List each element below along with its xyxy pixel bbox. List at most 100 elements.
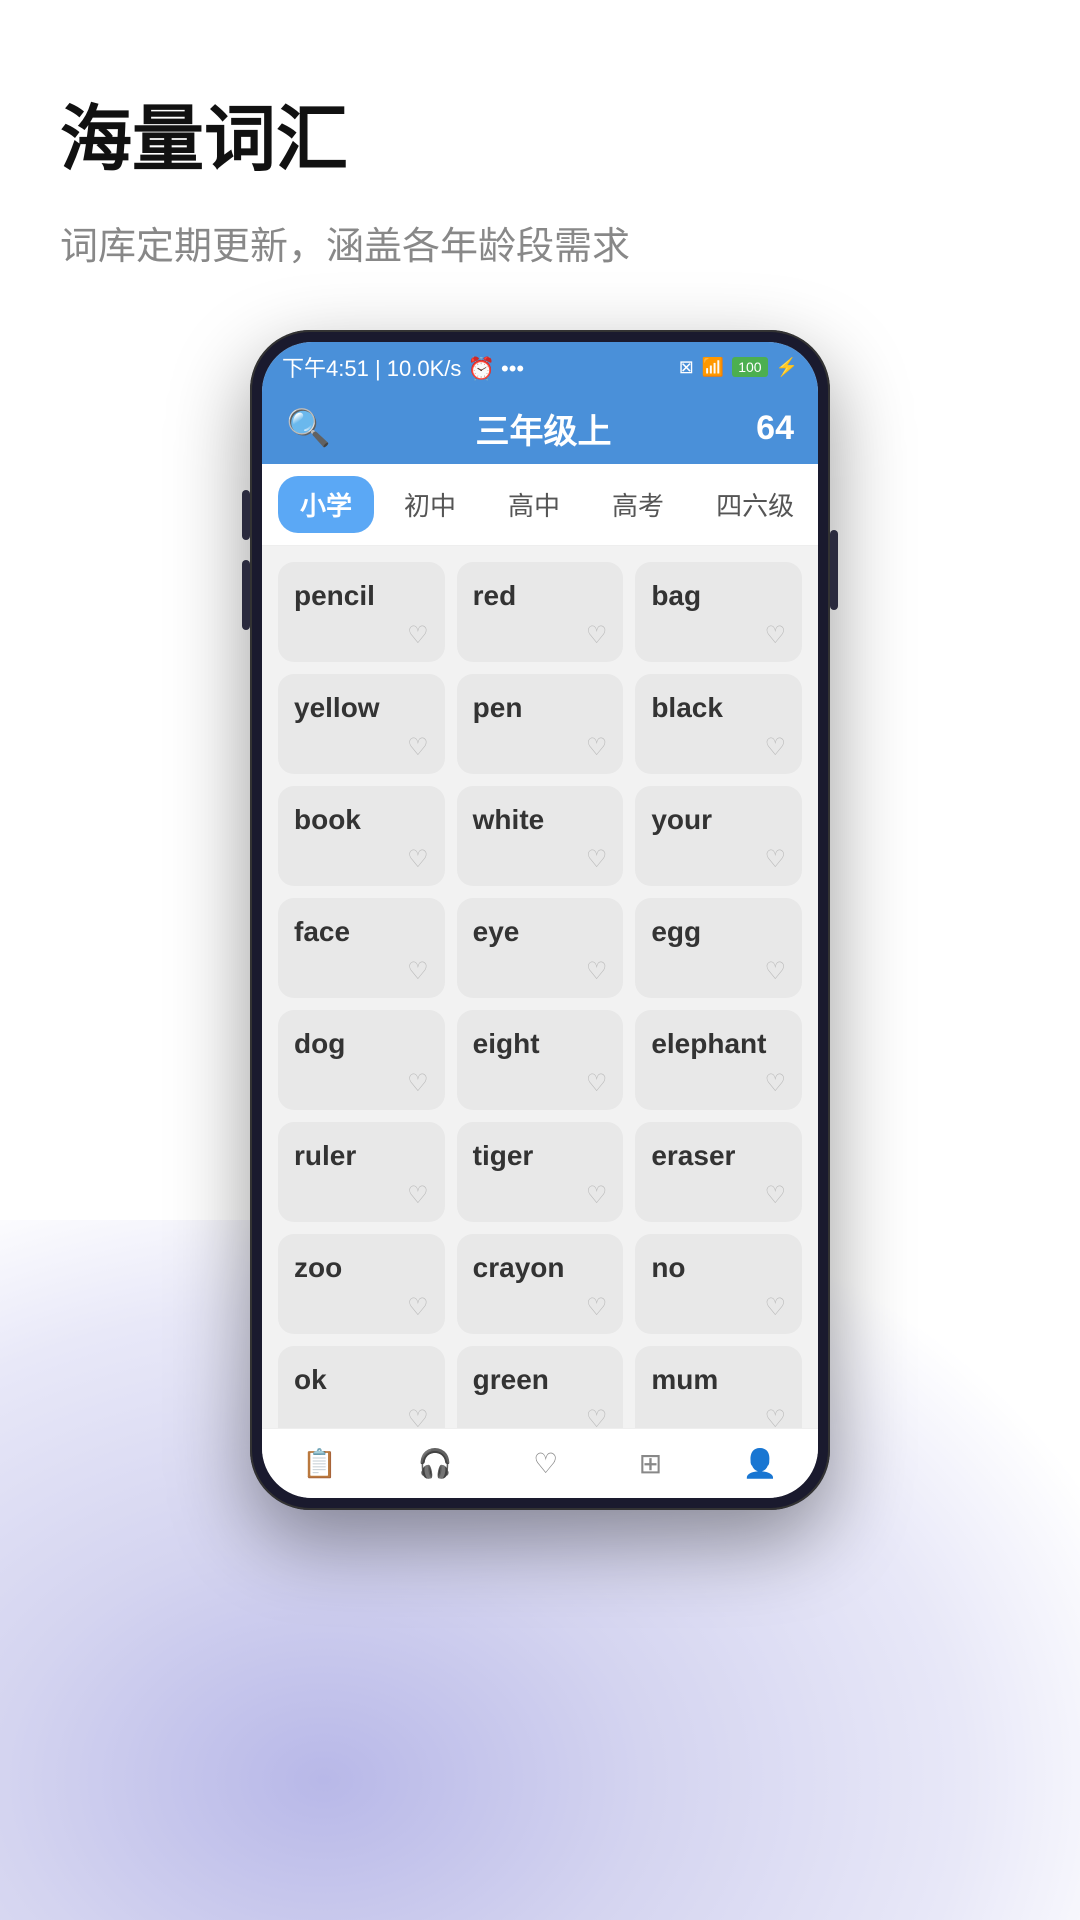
tab-middle[interactable]: 初中: [382, 476, 478, 533]
word-text: tiger: [473, 1140, 534, 1172]
page-content: 海量词汇 词库定期更新，涵盖各年龄段需求 下午4:51 | 10.0K/s ⏰ …: [0, 0, 1080, 1510]
word-text: green: [473, 1364, 549, 1396]
word-card[interactable]: eight ♡: [457, 1010, 624, 1110]
word-text: black: [651, 692, 723, 724]
favorite-icon[interactable]: ♡: [764, 1069, 786, 1098]
bottom-nav: 📋 🎧 ♡ ⊞ 👤: [262, 1428, 818, 1498]
nav-vocabulary[interactable]: 📋: [302, 1447, 337, 1480]
nav-favorites-icon: ♡: [533, 1447, 558, 1480]
word-card[interactable]: red ♡: [457, 562, 624, 662]
word-text: eraser: [651, 1140, 735, 1172]
nav-discover-icon: ⊞: [639, 1447, 662, 1480]
word-text: pencil: [294, 580, 375, 612]
page-title: 海量词汇: [60, 80, 1020, 185]
word-text: crayon: [473, 1252, 565, 1284]
favorite-icon[interactable]: ♡: [586, 845, 608, 874]
word-text: bag: [651, 580, 701, 612]
word-card[interactable]: pen ♡: [457, 674, 624, 774]
favorite-icon[interactable]: ♡: [407, 733, 429, 762]
word-text: pen: [473, 692, 523, 724]
word-card[interactable]: zoo ♡: [278, 1234, 445, 1334]
favorite-icon[interactable]: ♡: [407, 1293, 429, 1322]
word-card[interactable]: ruler ♡: [278, 1122, 445, 1222]
charge-icon: ⚡: [776, 357, 798, 378]
tab-high[interactable]: 高中: [486, 476, 582, 533]
word-card[interactable]: egg ♡: [635, 898, 802, 998]
nav-discover[interactable]: ⊞: [639, 1447, 662, 1480]
tab-cet[interactable]: 四六级: [694, 476, 816, 533]
word-text: ruler: [294, 1140, 356, 1172]
word-text: book: [294, 804, 361, 836]
favorite-icon[interactable]: ♡: [586, 1293, 608, 1322]
word-card[interactable]: your ♡: [635, 786, 802, 886]
tab-primary[interactable]: 小学: [278, 476, 374, 533]
word-card[interactable]: yellow ♡: [278, 674, 445, 774]
word-card[interactable]: crayon ♡: [457, 1234, 624, 1334]
word-text: eye: [473, 916, 520, 948]
favorite-icon[interactable]: ♡: [586, 733, 608, 762]
volume-down-button: [242, 560, 250, 630]
favorite-icon[interactable]: ♡: [764, 1181, 786, 1210]
word-card[interactable]: elephant ♡: [635, 1010, 802, 1110]
favorite-icon[interactable]: ♡: [407, 621, 429, 650]
word-card[interactable]: face ♡: [278, 898, 445, 998]
header-count: 64: [756, 409, 794, 448]
word-text: zoo: [294, 1252, 342, 1284]
favorite-icon[interactable]: ♡: [764, 957, 786, 986]
favorite-icon[interactable]: ♡: [407, 1181, 429, 1210]
word-text: white: [473, 804, 545, 836]
word-card[interactable]: eraser ♡: [635, 1122, 802, 1222]
nav-study-icon: 🎧: [418, 1447, 453, 1480]
page-subtitle: 词库定期更新，涵盖各年龄段需求: [60, 215, 1020, 270]
word-text: dog: [294, 1028, 345, 1060]
app-header: 🔍 三年级上 64: [262, 392, 818, 464]
nav-profile-icon: 👤: [743, 1447, 778, 1480]
favorite-icon[interactable]: ♡: [764, 733, 786, 762]
word-card[interactable]: white ♡: [457, 786, 624, 886]
favorite-icon[interactable]: ♡: [407, 957, 429, 986]
status-time: 下午4:51 | 10.0K/s ⏰ •••: [282, 351, 524, 383]
tab-gaokao[interactable]: 高考: [590, 476, 686, 533]
word-text: face: [294, 916, 350, 948]
word-text: egg: [651, 916, 701, 948]
word-text: elephant: [651, 1028, 766, 1060]
favorite-icon[interactable]: ♡: [586, 1181, 608, 1210]
word-card[interactable]: pencil ♡: [278, 562, 445, 662]
wifi-icon: 📶: [702, 357, 724, 378]
word-text: your: [651, 804, 712, 836]
favorite-icon[interactable]: ♡: [407, 845, 429, 874]
filter-tabs: 小学 初中 高中 高考 四六级 全部: [262, 464, 818, 546]
favorite-icon[interactable]: ♡: [407, 1069, 429, 1098]
word-text: eight: [473, 1028, 540, 1060]
favorite-icon[interactable]: ♡: [764, 621, 786, 650]
word-card[interactable]: tiger ♡: [457, 1122, 624, 1222]
status-bar: 下午4:51 | 10.0K/s ⏰ ••• ⊠ 📶 100 ⚡: [262, 342, 818, 392]
phone-wrapper: 下午4:51 | 10.0K/s ⏰ ••• ⊠ 📶 100 ⚡ 🔍 三年级上 …: [60, 330, 1020, 1510]
word-card[interactable]: eye ♡: [457, 898, 624, 998]
word-card[interactable]: black ♡: [635, 674, 802, 774]
word-card[interactable]: book ♡: [278, 786, 445, 886]
word-card[interactable]: bag ♡: [635, 562, 802, 662]
favorite-icon[interactable]: ♡: [764, 1293, 786, 1322]
word-text: red: [473, 580, 517, 612]
status-icons: ⊠ 📶 100 ⚡: [679, 357, 798, 378]
nav-study[interactable]: 🎧: [418, 1447, 453, 1480]
favorite-icon[interactable]: ♡: [764, 845, 786, 874]
nav-vocabulary-icon: 📋: [302, 1447, 337, 1480]
favorite-icon[interactable]: ♡: [586, 621, 608, 650]
phone-screen: 下午4:51 | 10.0K/s ⏰ ••• ⊠ 📶 100 ⚡ 🔍 三年级上 …: [262, 342, 818, 1498]
power-button: [830, 530, 838, 610]
word-text: yellow: [294, 692, 380, 724]
sim-icon: ⊠: [679, 357, 694, 378]
word-card[interactable]: dog ♡: [278, 1010, 445, 1110]
header-title: 三年级上: [476, 404, 612, 453]
word-card[interactable]: no ♡: [635, 1234, 802, 1334]
word-text: no: [651, 1252, 685, 1284]
favorite-icon[interactable]: ♡: [586, 957, 608, 986]
word-text: ok: [294, 1364, 327, 1396]
search-button[interactable]: 🔍: [286, 410, 331, 446]
nav-profile[interactable]: 👤: [743, 1447, 778, 1480]
phone-frame: 下午4:51 | 10.0K/s ⏰ ••• ⊠ 📶 100 ⚡ 🔍 三年级上 …: [250, 330, 830, 1510]
favorite-icon[interactable]: ♡: [586, 1069, 608, 1098]
nav-favorites[interactable]: ♡: [533, 1447, 558, 1480]
